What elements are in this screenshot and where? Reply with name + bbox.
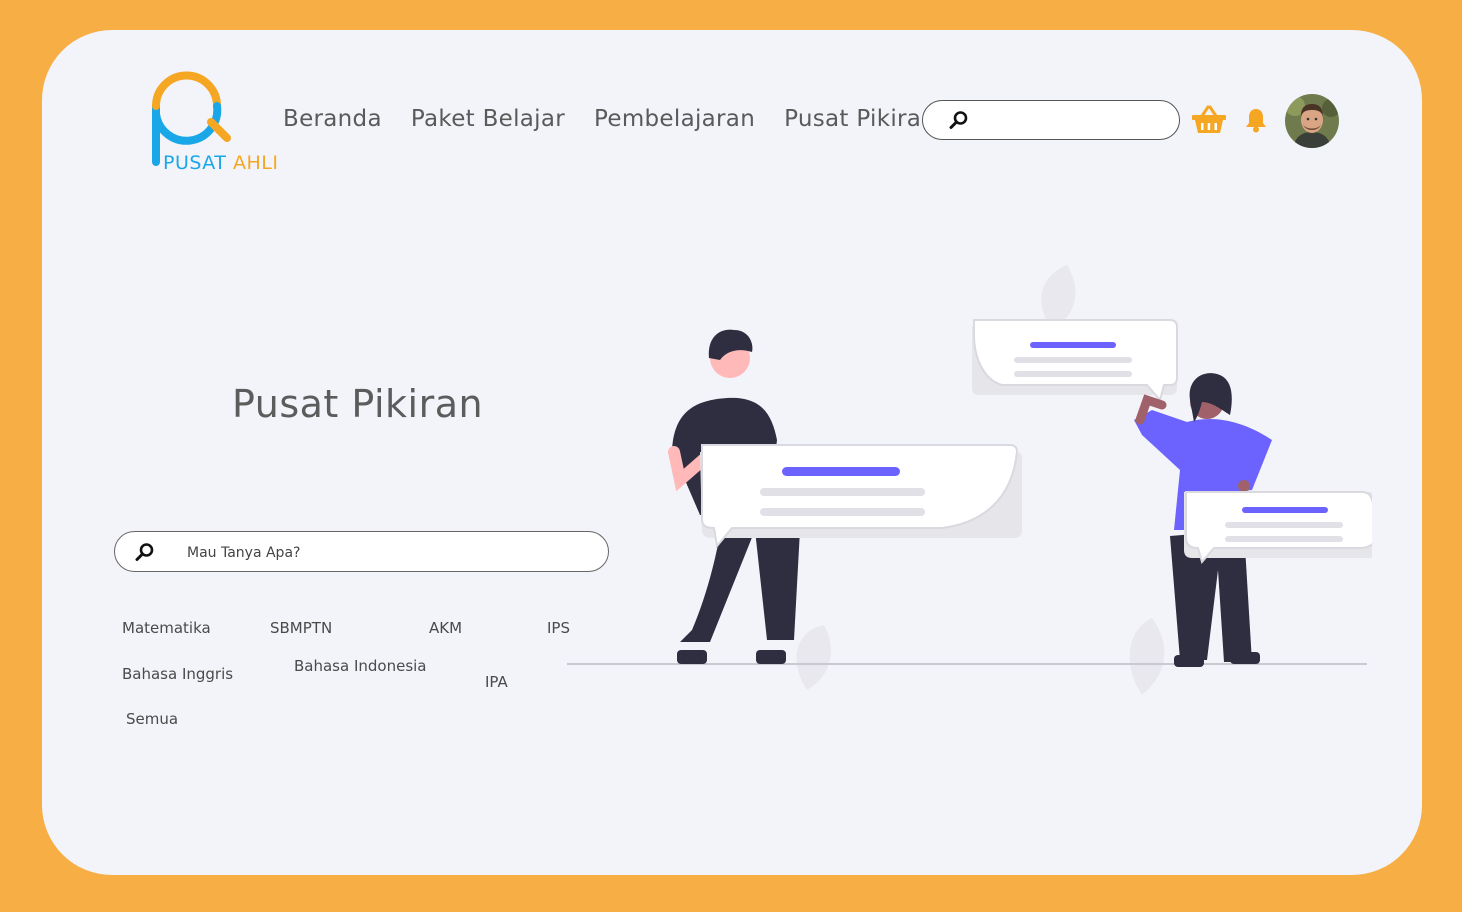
search-icon xyxy=(949,111,968,129)
man-speech-bubble xyxy=(700,444,1022,549)
tag-ipa[interactable]: IPA xyxy=(485,673,508,691)
tag-matematika[interactable]: Matematika xyxy=(122,619,211,637)
main-card: PUSAT AHLI Beranda Paket Belajar Pembela… xyxy=(42,30,1422,875)
tag-sbmptn[interactable]: SBMPTN xyxy=(270,619,332,637)
basket-icon[interactable] xyxy=(1191,105,1227,135)
question-search-input[interactable] xyxy=(185,539,589,567)
nav-pusat-pikiran[interactable]: Pusat Pikiran xyxy=(784,106,936,132)
conversation-illustration xyxy=(567,265,1372,695)
logo-word-ahli: AHLI xyxy=(232,152,279,174)
tag-bahasa-inggris[interactable]: Bahasa Inggris xyxy=(122,665,233,683)
logo-mark xyxy=(152,71,231,166)
search-icon xyxy=(135,543,154,561)
avatar-image xyxy=(1285,94,1339,148)
logo-text: PUSAT AHLI xyxy=(163,152,278,174)
woman-lower-speech-bubble xyxy=(1184,491,1372,565)
woman-upper-speech-bubble xyxy=(972,319,1178,403)
logo-word-pusat: PUSAT xyxy=(163,152,227,174)
tag-semua[interactable]: Semua xyxy=(126,710,178,728)
logo[interactable]: PUSAT AHLI xyxy=(147,66,297,176)
tag-bahasa-indonesia[interactable]: Bahasa Indonesia xyxy=(294,657,427,675)
bell-icon[interactable] xyxy=(1244,107,1268,133)
nav-beranda[interactable]: Beranda xyxy=(283,106,382,132)
header-search-input[interactable] xyxy=(979,107,1173,135)
page-title: Pusat Pikiran xyxy=(232,382,484,426)
nav-paket-belajar[interactable]: Paket Belajar xyxy=(411,106,565,132)
tag-akm[interactable]: AKM xyxy=(429,619,462,637)
header-search-box[interactable] xyxy=(922,100,1180,140)
nav-pembelajaran[interactable]: Pembelajaran xyxy=(594,106,755,132)
question-search-box[interactable] xyxy=(114,531,609,572)
user-avatar[interactable] xyxy=(1285,94,1339,148)
main-nav: Beranda Paket Belajar Pembelajaran Pusat… xyxy=(283,106,936,132)
